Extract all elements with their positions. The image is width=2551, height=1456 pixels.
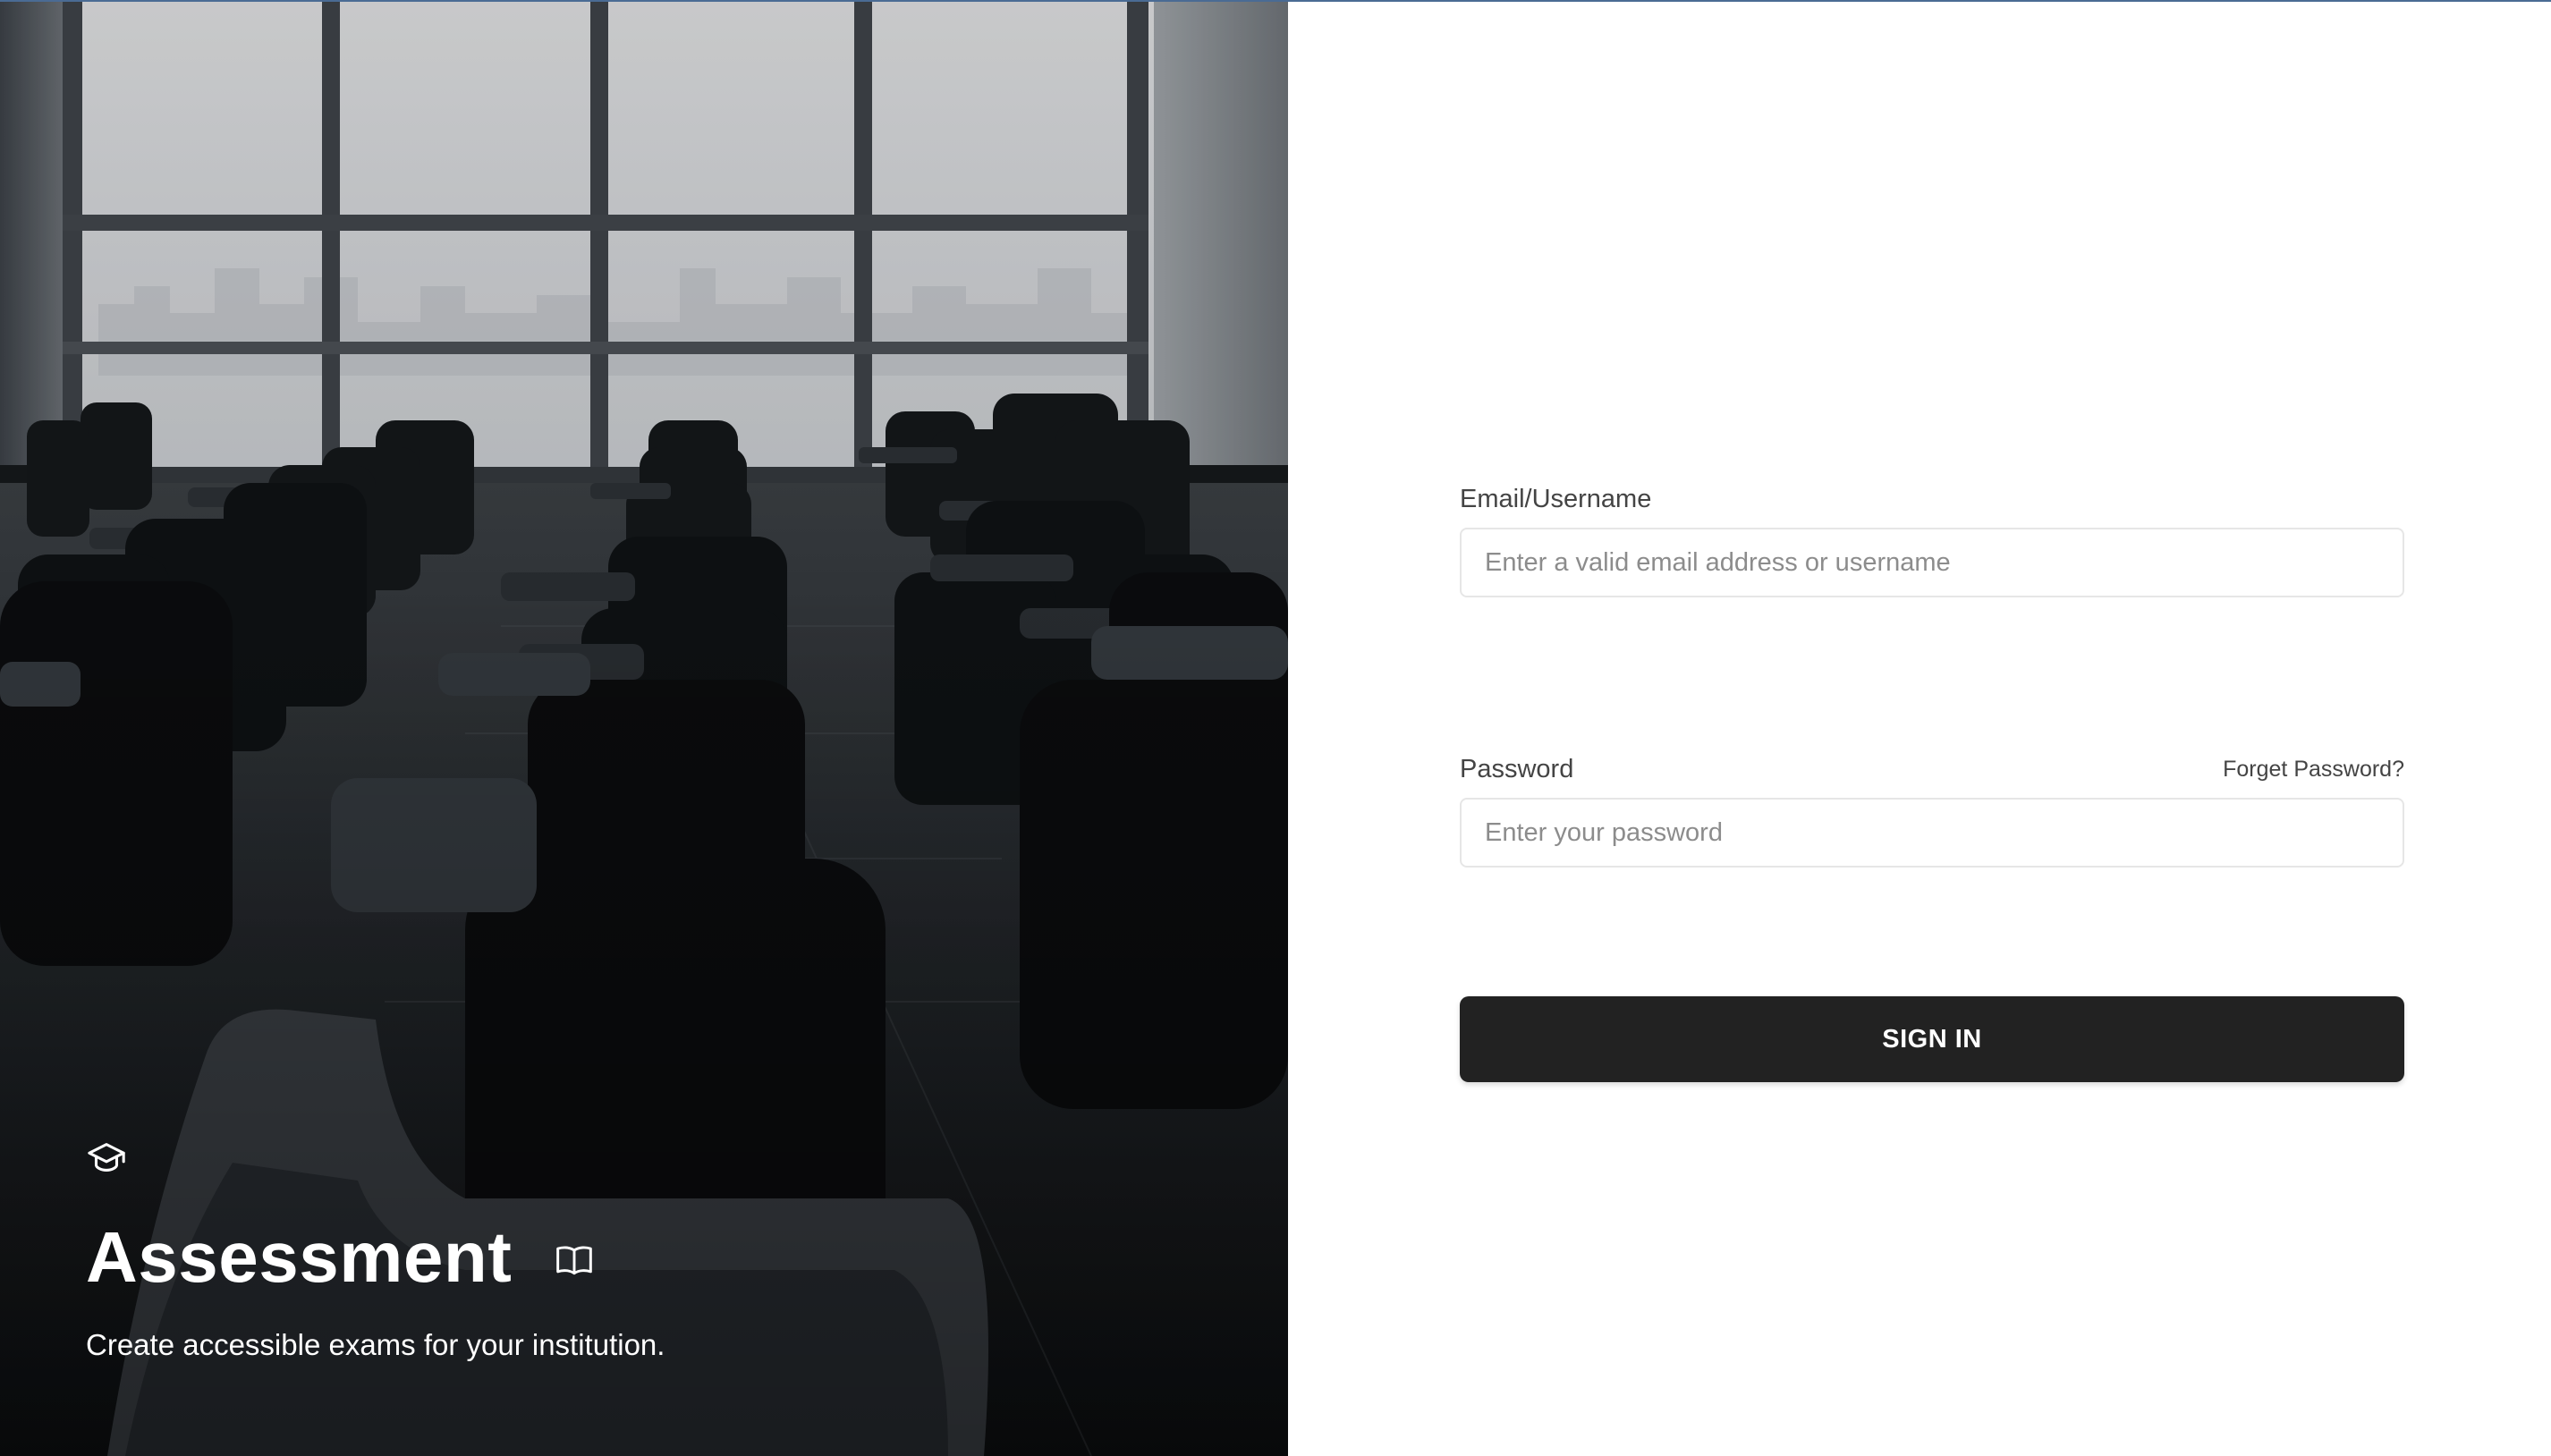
open-book-icon xyxy=(556,1246,593,1275)
password-label: Password xyxy=(1460,755,1574,783)
hero-title: Assessment xyxy=(86,1217,513,1297)
sign-in-button[interactable]: SIGN IN xyxy=(1460,996,2404,1082)
top-border xyxy=(0,0,2551,2)
forgot-password-link[interactable]: Forget Password? xyxy=(2223,757,2404,783)
login-form: Email/Username Password Forget Password?… xyxy=(1460,481,2404,1082)
password-field-group: Password Forget Password? xyxy=(1460,751,2404,868)
login-page: Assessment Create accessible exams for y… xyxy=(0,0,2551,1456)
email-label: Email/Username xyxy=(1460,485,1652,513)
password-input[interactable] xyxy=(1460,798,2404,868)
graduation-cap-icon xyxy=(88,1143,125,1172)
form-panel: Email/Username Password Forget Password?… xyxy=(1288,0,2551,1456)
hero-panel: Assessment Create accessible exams for y… xyxy=(0,0,1288,1456)
password-label-row: Password Forget Password? xyxy=(1460,751,2404,787)
hero-title-row: Assessment xyxy=(86,1215,594,1300)
email-field-group: Email/Username xyxy=(1460,481,2404,597)
hero-subtitle: Create accessible exams for your institu… xyxy=(86,1328,665,1361)
email-input[interactable] xyxy=(1460,528,2404,597)
